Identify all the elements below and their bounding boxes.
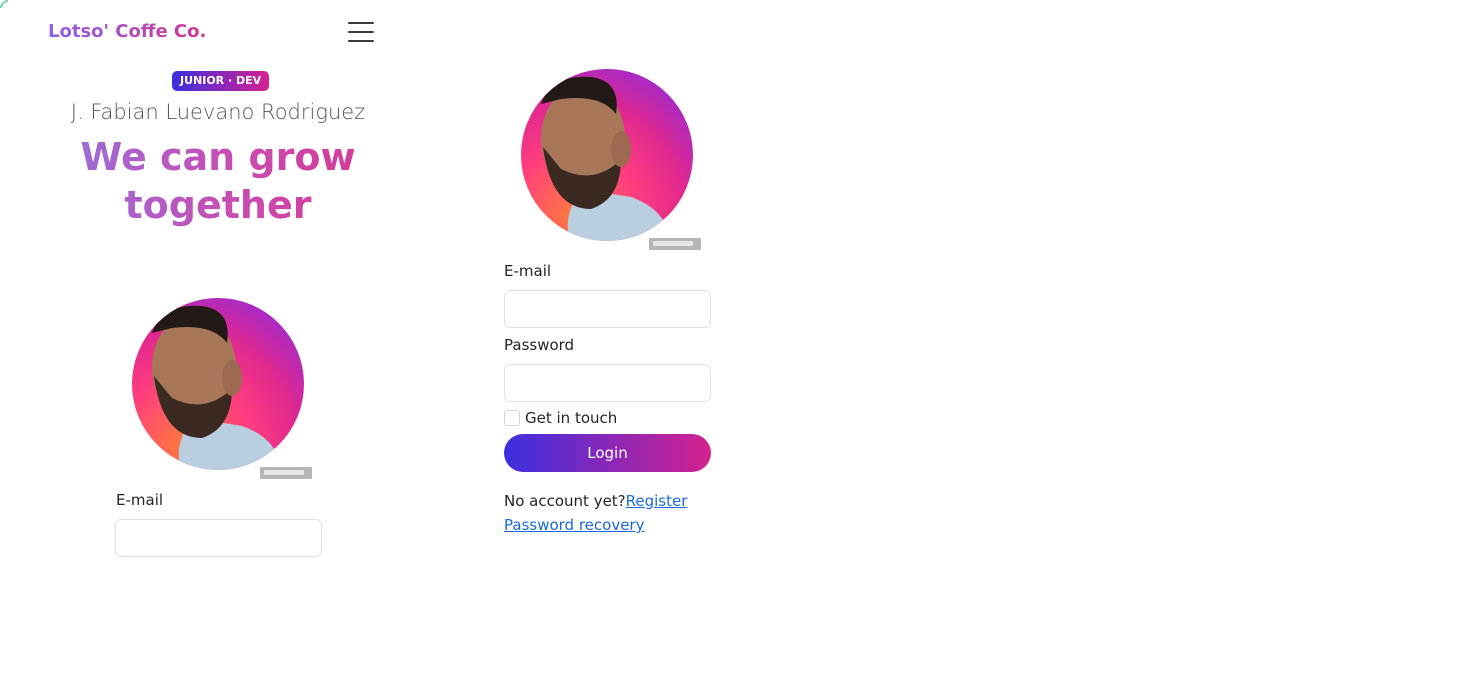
person-portrait-icon (541, 76, 671, 241)
password-recovery-row: Password recovery (504, 516, 644, 534)
role-badge: JUNIOR · DEV (172, 71, 270, 91)
photoroom-watermark (649, 238, 701, 250)
corner-decoration (0, 0, 8, 8)
hamburger-menu-icon[interactable] (348, 22, 374, 42)
login-button[interactable]: Login (504, 434, 711, 472)
hero-headline: We can grow together (0, 133, 436, 229)
get-in-touch-label: Get in touch (525, 409, 618, 427)
no-account-text: No account yet? (504, 492, 626, 510)
register-prompt: No account yet?Register (504, 492, 687, 510)
password-recovery-link[interactable]: Password recovery (504, 516, 644, 534)
person-portrait-icon (152, 305, 282, 470)
register-link[interactable]: Register (626, 492, 688, 510)
email-label: E-mail (504, 262, 552, 280)
email-input[interactable] (504, 290, 711, 328)
author-name: J. Fabian Luevano Rodriguez (70, 100, 366, 124)
password-input[interactable] (504, 364, 711, 402)
left-email-label: E-mail (116, 491, 164, 509)
get-in-touch-row[interactable]: Get in touch (504, 409, 617, 427)
password-label: Password (504, 336, 575, 354)
get-in-touch-checkbox[interactable] (504, 410, 520, 426)
avatar-gradient-circle (132, 298, 304, 470)
photoroom-watermark (260, 467, 312, 479)
brand-logo-text[interactable]: Lotso' Coffe Co. (48, 21, 206, 42)
profile-avatar (122, 294, 312, 479)
login-avatar (511, 65, 701, 250)
left-email-input[interactable] (115, 519, 322, 557)
avatar-gradient-circle (521, 69, 693, 241)
